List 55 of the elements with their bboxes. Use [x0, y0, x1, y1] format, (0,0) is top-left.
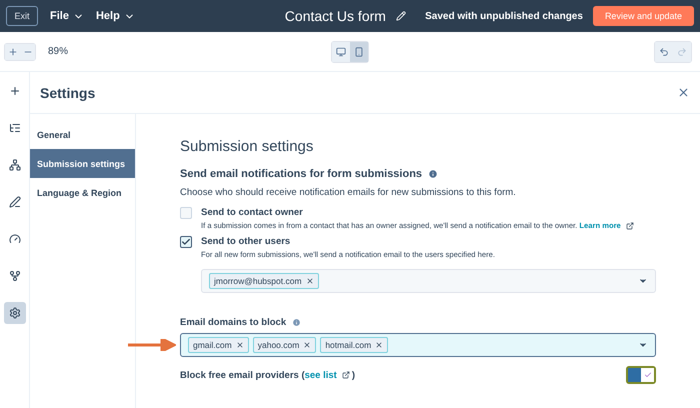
info-icon[interactable]: [292, 318, 302, 327]
close-button[interactable]: [677, 86, 690, 99]
remove-icon: [303, 341, 312, 349]
mobile-view-button[interactable]: [350, 42, 368, 62]
notifications-title: Send email notifications for form submissions: [180, 168, 422, 180]
info-icon[interactable]: [428, 169, 438, 179]
menu-button[interactable]: File: [50, 10, 84, 22]
see-list-link[interactable]: see list: [304, 370, 337, 380]
tree-icon: [8, 122, 20, 134]
domain-tag[interactable]: hotmail.com: [320, 337, 388, 353]
domain-tag[interactable]: gmail.com: [188, 337, 249, 353]
domains-select[interactable]: gmail.com yahoo.com hotmail.com: [180, 333, 656, 357]
plus-icon: [8, 46, 18, 56]
close-icon: [677, 86, 690, 99]
toggle-label: Block free email providers (see list: [180, 370, 337, 380]
field-label: Email domains to block: [180, 317, 286, 328]
desktop-icon: [336, 46, 346, 56]
menu-button[interactable]: Help: [96, 10, 135, 22]
nav-item[interactable]: Submission settings: [30, 149, 135, 178]
nav-item[interactable]: Language & Region: [30, 178, 135, 207]
sitemap-icon: [8, 159, 20, 171]
form-title: Contact Us form: [284, 8, 386, 24]
settings-icon: [8, 307, 20, 319]
remove-icon: [236, 341, 244, 349]
checkbox[interactable]: [180, 236, 192, 248]
check-icon: [644, 371, 652, 379]
settings-button[interactable]: [4, 302, 26, 324]
check-icon: [181, 237, 191, 247]
external-link-icon: [626, 222, 634, 230]
gauge-icon: [8, 233, 20, 245]
mobile-icon: [354, 46, 364, 56]
recipients-select[interactable]: jmorrow@hubspot.com: [201, 269, 656, 293]
zoom-level: 89%: [48, 46, 68, 57]
remove-icon: [306, 277, 314, 285]
redo-icon: [677, 46, 687, 56]
toggle-switch[interactable]: [626, 366, 656, 384]
add-icon: [8, 85, 20, 97]
arrow-icon: [128, 339, 176, 351]
option-label: Send to other users: [201, 236, 292, 247]
exit-button[interactable]: Exit: [6, 6, 38, 26]
save-status: Saved with unpublished changes: [425, 10, 583, 22]
pen-icon: [8, 196, 20, 208]
option-label: Send to contact owner: [201, 207, 304, 218]
remove-icon: [375, 341, 384, 349]
toggle-label: ): [352, 370, 355, 380]
domain-tag[interactable]: yahoo.com: [252, 337, 316, 353]
edit-icon[interactable]: [396, 11, 406, 21]
external-link-icon: [342, 371, 350, 379]
panel-title: Settings: [40, 84, 96, 100]
undo-icon: [659, 46, 669, 56]
description: Choose who should receive notification emails for new submissions to this form.: [180, 187, 517, 198]
fork-icon: [8, 270, 20, 282]
recipient-tag[interactable]: jmorrow@hubspot.com: [209, 273, 319, 289]
section-heading: Submission settings: [180, 138, 314, 155]
nav-item[interactable]: General: [30, 120, 135, 149]
